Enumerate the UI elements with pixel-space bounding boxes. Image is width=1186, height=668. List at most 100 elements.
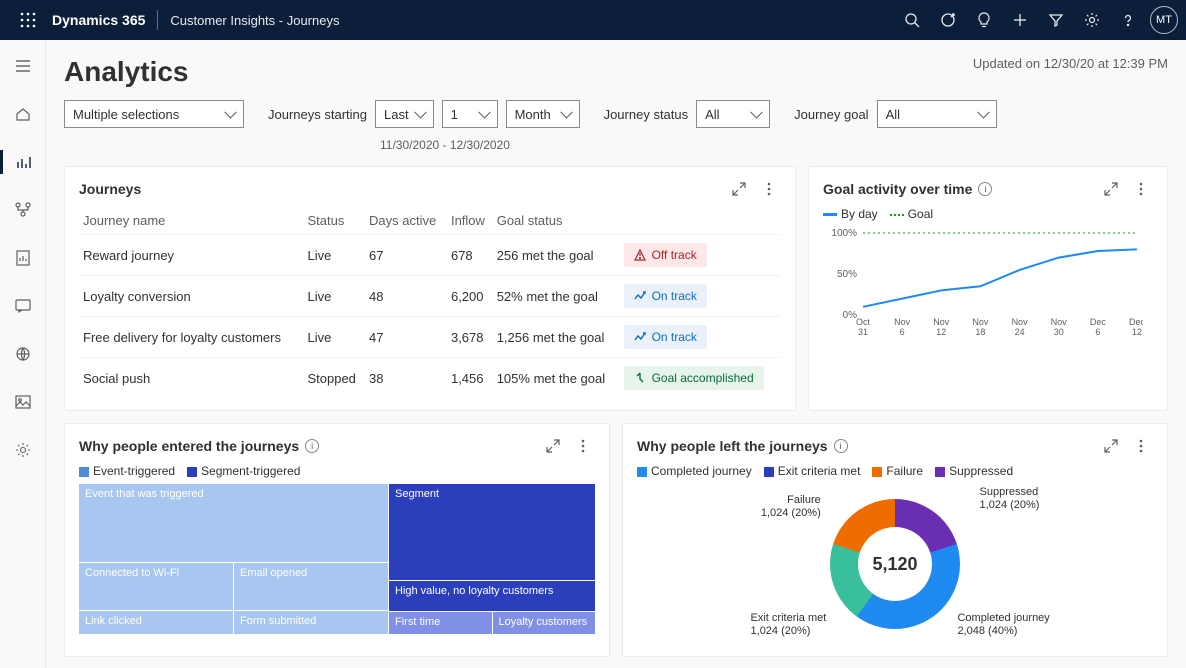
legend-failure: Failure <box>886 464 923 478</box>
goal-activity-chart: 0%50%100%Oct31Nov6Nov12Nov18Nov24Nov30De… <box>823 227 1143 337</box>
dl-failure-v: 1,024 (20%) <box>761 507 821 519</box>
dl-sup: Suppressed <box>980 486 1039 498</box>
expand-icon <box>546 439 560 453</box>
settings-button[interactable] <box>1074 0 1110 40</box>
dl-sup-v: 1,024 (20%) <box>980 499 1040 511</box>
expand-icon <box>1104 182 1118 196</box>
expand-icon <box>732 182 746 196</box>
divider <box>157 10 158 30</box>
rail-reports[interactable] <box>7 242 39 274</box>
starting-range-hint: 11/30/2020 - 12/30/2020 <box>380 138 580 152</box>
journeys-card: Journeys Journey name Status Days active… <box>64 166 796 411</box>
more-vertical-icon <box>581 439 585 453</box>
svg-text:6: 6 <box>1095 327 1100 337</box>
help-button[interactable] <box>1110 0 1146 40</box>
cell-goal: 105% met the goal <box>493 358 620 399</box>
table-row[interactable]: Reward journey Live 67 678 256 met the g… <box>79 235 781 276</box>
starting-number-select[interactable]: 1 <box>442 100 498 128</box>
starting-relative-select[interactable]: Last <box>375 100 434 128</box>
plus-icon <box>1012 12 1028 28</box>
left-donut-wrap: Failure1,024 (20%) Suppressed1,024 (20%)… <box>637 484 1153 644</box>
target-icon <box>940 12 956 28</box>
info-icon[interactable]: i <box>834 439 848 453</box>
gear-icon <box>15 442 31 458</box>
rail-journeys[interactable] <box>7 194 39 226</box>
tm-link: Link clicked <box>79 611 233 634</box>
waffle-icon <box>20 12 36 28</box>
cell-days: 48 <box>365 276 447 317</box>
legend-suppressed: Suppressed <box>949 464 1013 478</box>
info-icon[interactable]: i <box>305 439 319 453</box>
more-button[interactable] <box>757 177 781 201</box>
legend-byday: By day <box>841 207 878 221</box>
filter-button[interactable] <box>1038 0 1074 40</box>
rail-assets[interactable] <box>7 386 39 418</box>
starting-unit-select[interactable]: Month <box>506 100 580 128</box>
table-row[interactable]: Free delivery for loyalty customers Live… <box>79 317 781 358</box>
cell-name: Loyalty conversion <box>79 276 303 317</box>
page-title: Analytics <box>64 56 189 88</box>
tm-form: Form submitted <box>234 611 388 634</box>
info-icon[interactable]: i <box>978 182 992 196</box>
svg-text:100%: 100% <box>831 228 857 239</box>
goal-badge: On track <box>624 325 707 349</box>
svg-text:Nov: Nov <box>894 317 911 327</box>
cell-status: Live <box>303 317 365 358</box>
expand-button[interactable] <box>541 434 565 458</box>
cell-status: Live <box>303 276 365 317</box>
svg-text:Nov: Nov <box>933 317 950 327</box>
search-button[interactable] <box>894 0 930 40</box>
svg-text:12: 12 <box>1132 327 1142 337</box>
svg-text:12: 12 <box>936 327 946 337</box>
table-row[interactable]: Social push Stopped 38 1,456 105% met th… <box>79 358 781 399</box>
app-launcher[interactable] <box>8 0 48 40</box>
goal-select[interactable]: All <box>877 100 997 128</box>
expand-button[interactable] <box>1099 434 1123 458</box>
status-select[interactable]: All <box>696 100 770 128</box>
svg-text:Nov: Nov <box>1012 317 1029 327</box>
table-row[interactable]: Loyalty conversion Live 48 6,200 52% met… <box>79 276 781 317</box>
svg-text:Dec: Dec <box>1090 317 1107 327</box>
dl-exit-v: 1,024 (20%) <box>751 625 811 637</box>
more-button[interactable] <box>571 434 595 458</box>
brand-name: Dynamics 365 <box>52 12 145 28</box>
journey-multiselect[interactable]: Multiple selections <box>64 100 244 128</box>
svg-text:24: 24 <box>1015 327 1025 337</box>
analytics-icon <box>15 154 31 170</box>
expand-button[interactable] <box>1099 177 1123 201</box>
legend-event: Event-triggered <box>93 464 175 478</box>
product-name: Customer Insights - Journeys <box>170 13 339 28</box>
add-button[interactable] <box>1002 0 1038 40</box>
hamburger-icon <box>15 59 31 73</box>
main-content: Analytics Updated on 12/30/20 at 12:39 P… <box>46 40 1186 668</box>
user-avatar[interactable]: MT <box>1150 6 1178 34</box>
starting-label: Journeys starting <box>268 107 367 122</box>
rail-menu[interactable] <box>7 50 39 82</box>
rail-messages[interactable] <box>7 290 39 322</box>
gear-icon <box>1084 12 1100 28</box>
rail-home[interactable] <box>7 98 39 130</box>
rail-globe[interactable] <box>7 338 39 370</box>
more-button[interactable] <box>1129 177 1153 201</box>
svg-text:50%: 50% <box>837 269 857 280</box>
dl-comp: Completed journey <box>957 612 1049 624</box>
top-nav: Dynamics 365 Customer Insights - Journey… <box>0 0 1186 40</box>
status-label: Journey status <box>604 107 689 122</box>
cell-goal: 256 met the goal <box>493 235 620 276</box>
svg-text:Nov: Nov <box>972 317 989 327</box>
cell-days: 47 <box>365 317 447 358</box>
dl-failure: Failure <box>787 494 821 506</box>
target-button[interactable] <box>930 0 966 40</box>
svg-text:30: 30 <box>1054 327 1064 337</box>
svg-text:Oct: Oct <box>856 317 871 327</box>
funnel-icon <box>1048 12 1064 28</box>
rail-settings[interactable] <box>7 434 39 466</box>
expand-button[interactable] <box>727 177 751 201</box>
question-icon <box>1120 12 1136 28</box>
goal-activity-card: Goal activity over time i By day Goal 0%… <box>808 166 1168 411</box>
idea-button[interactable] <box>966 0 1002 40</box>
left-card: Why people left the journeys i Completed… <box>622 423 1168 657</box>
more-button[interactable] <box>1129 434 1153 458</box>
goal-badge: Goal accomplished <box>624 366 764 390</box>
rail-analytics[interactable] <box>7 146 39 178</box>
